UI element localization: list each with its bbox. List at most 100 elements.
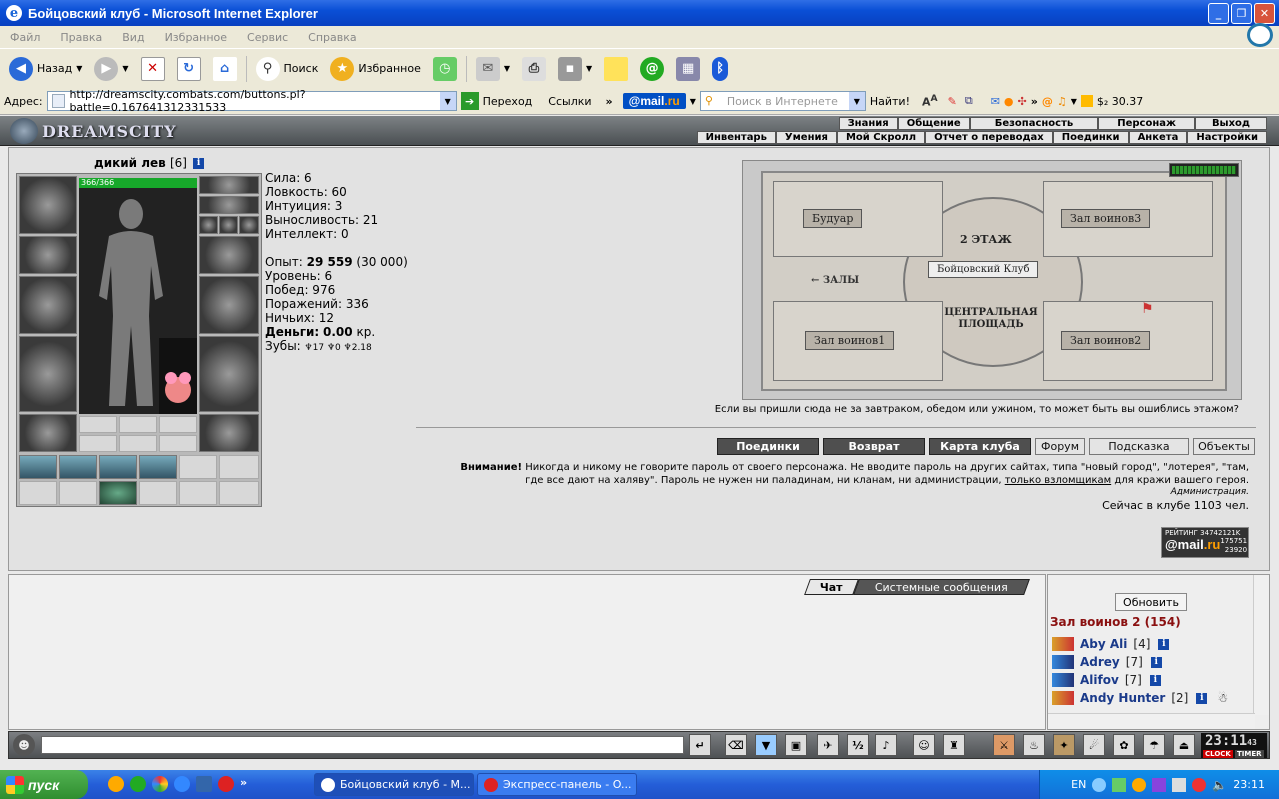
web-search-input[interactable]: ⚲ Поиск в Интернете ▼: [699, 91, 866, 111]
smiley-icon[interactable]: ☺: [913, 734, 935, 756]
plaque-fight-club[interactable]: Бойцовский Клуб: [928, 261, 1039, 278]
menu-profile[interactable]: Анкета: [1128, 131, 1188, 144]
friends-icon[interactable]: ☂: [1143, 734, 1165, 756]
network-icon[interactable]: [1172, 777, 1187, 792]
dreamscity-logo[interactable]: DREAMSCITY: [10, 118, 177, 144]
menu-edit[interactable]: Правка: [60, 31, 102, 44]
menu-inventory[interactable]: Инвентарь: [696, 131, 776, 144]
club-map-button[interactable]: Карта клуба: [929, 438, 1031, 455]
menu-favorites[interactable]: Избранное: [165, 31, 227, 44]
weapon-slot[interactable]: [19, 276, 77, 334]
clan-icon[interactable]: ♜: [943, 734, 965, 756]
boots-slot[interactable]: [199, 414, 259, 452]
chevron-right-icon[interactable]: »: [240, 776, 256, 792]
menu-communication[interactable]: Общение: [897, 117, 970, 130]
info-icon[interactable]: i: [193, 158, 205, 169]
mail-icon[interactable]: ✉: [991, 95, 1000, 108]
list-item[interactable]: Adrey [7] i: [1052, 653, 1228, 671]
tray-icon[interactable]: [1112, 777, 1127, 792]
taskbar-clock[interactable]: 23:11: [1233, 778, 1265, 791]
ring-slot-3[interactable]: [239, 216, 259, 234]
users-scrollbar-horizontal[interactable]: [1048, 713, 1255, 729]
chevron-down-icon[interactable]: ▼: [690, 97, 696, 106]
mailru-logo[interactable]: @mail.ru: [622, 93, 686, 109]
scroll-icon[interactable]: ☄: [1083, 734, 1105, 756]
hackers-link[interactable]: только взломщикам: [1005, 475, 1111, 486]
central-square-label[interactable]: ЦЕНТРАЛЬНАЯ ПЛОЩАДЬ: [935, 307, 1047, 331]
go-arrow-icon[interactable]: ➔: [460, 92, 479, 110]
empty-slot[interactable]: [159, 416, 197, 433]
back-button[interactable]: ◀ Назад ▼: [6, 54, 85, 84]
forward-button[interactable]: ▶ ▼: [91, 54, 131, 84]
battles-button[interactable]: Поединки: [717, 438, 819, 455]
address-dropdown-icon[interactable]: ▼: [439, 92, 456, 110]
plaque-boudoir[interactable]: Будуар: [803, 209, 863, 228]
bluetooth-button[interactable]: ᛒ: [709, 54, 731, 84]
scroll-slot-6[interactable]: [219, 455, 259, 479]
chevron-down-icon[interactable]: ▼: [1071, 97, 1077, 106]
save-icon[interactable]: ▣: [785, 734, 807, 756]
chest-icon[interactable]: ✦: [1053, 734, 1075, 756]
sound-icon[interactable]: ♪: [875, 734, 897, 756]
ring-slot-1[interactable]: [199, 216, 218, 234]
icq-button[interactable]: @: [637, 54, 667, 84]
gift-icon[interactable]: ✿: [1113, 734, 1135, 756]
gloves-slot[interactable]: [199, 236, 259, 274]
return-button[interactable]: Возврат: [823, 438, 925, 455]
ie-icon[interactable]: [174, 776, 190, 792]
menu-view[interactable]: Вид: [122, 31, 144, 44]
scroll-slot-12[interactable]: [219, 481, 259, 505]
menu-help[interactable]: Справка: [308, 31, 356, 44]
empty-slot[interactable]: [119, 416, 157, 433]
chat-input[interactable]: [41, 736, 684, 754]
games-icon[interactable]: ✣: [1018, 95, 1027, 108]
mail-button[interactable]: ✉ ▼: [473, 54, 513, 84]
forum-button[interactable]: Форум: [1035, 438, 1085, 455]
halls-label[interactable]: ← ЗАЛЫ: [811, 275, 859, 286]
music-icon[interactable]: ♫: [1057, 95, 1067, 108]
chevron-right-icon[interactable]: »: [1031, 95, 1038, 108]
mailru-rating-counter[interactable]: РЕЙТИНГ 34742121K @mail.ru 175751 23920: [1161, 527, 1249, 558]
links-label[interactable]: Ссылки: [548, 95, 591, 108]
odnoklassniki-icon[interactable]: ●: [1004, 95, 1014, 108]
users-scrollbar-vertical[interactable]: [1253, 575, 1269, 715]
close-button[interactable]: ✕: [1254, 3, 1275, 24]
scroll-slot-4[interactable]: [139, 455, 177, 479]
maximize-button[interactable]: ❐: [1231, 3, 1252, 24]
one-line-icon[interactable]: ½: [847, 734, 869, 756]
earrings-slot[interactable]: [199, 176, 259, 194]
scroll-slot-1[interactable]: [19, 455, 57, 479]
search-dropdown-icon[interactable]: ▼: [848, 92, 865, 110]
empty-slot[interactable]: [79, 435, 117, 452]
favorites-button[interactable]: ★ Избранное: [327, 54, 423, 84]
task-fight-club[interactable]: Бойцовский клуб - M...: [314, 773, 474, 796]
home-button[interactable]: ⌂: [210, 54, 240, 84]
menu-security[interactable]: Безопасность: [969, 117, 1099, 130]
attack-icon[interactable]: ⚔: [993, 734, 1015, 756]
highlight-icon[interactable]: ✎: [948, 95, 957, 108]
search-button[interactable]: ⚲ Поиск: [253, 54, 322, 84]
eraser-icon[interactable]: ⌫: [725, 734, 747, 756]
filter-icon[interactable]: ▼: [755, 734, 777, 756]
tray-icon[interactable]: [1152, 777, 1167, 792]
menu-knowledge[interactable]: Знания: [838, 117, 898, 130]
menu-battles[interactable]: Поединки: [1052, 131, 1129, 144]
tray-icon[interactable]: [1192, 777, 1207, 792]
menu-character[interactable]: Персонаж: [1098, 117, 1195, 130]
print-button[interactable]: ⎙: [519, 54, 549, 84]
bottle-icon[interactable]: ♨: [1023, 734, 1045, 756]
icq-icon[interactable]: [130, 776, 146, 792]
scroll-slot-5[interactable]: [179, 455, 217, 479]
plaque-hall-1[interactable]: Зал воинов1: [805, 331, 895, 350]
refresh-users-button[interactable]: Обновить: [1115, 593, 1187, 611]
speaker-icon[interactable]: ☻: [13, 734, 35, 756]
desktop-icon[interactable]: [196, 776, 212, 792]
edit-button[interactable]: ▪ ▼: [555, 54, 595, 84]
pants-slot[interactable]: [199, 336, 259, 412]
scroll-slot-7[interactable]: [19, 481, 57, 505]
menu-exit[interactable]: Выход: [1194, 117, 1267, 130]
opera-icon[interactable]: [218, 776, 234, 792]
scroll-slot-2[interactable]: [59, 455, 97, 479]
minimize-button[interactable]: _: [1208, 3, 1229, 24]
amulet-slot[interactable]: [199, 196, 259, 214]
